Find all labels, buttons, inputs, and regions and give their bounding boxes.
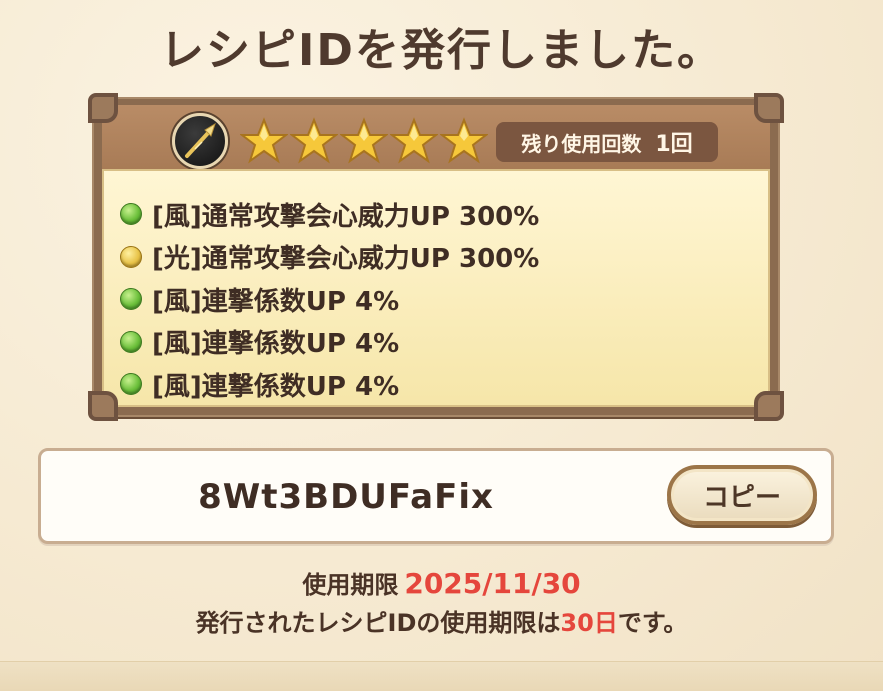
expiry-line: 使用期限 2025/11/30 — [0, 565, 883, 600]
list-item: [光]通常攻撃会心威力UP 300% — [120, 236, 752, 279]
effect-text: [風]連撃係数UP 4% — [152, 329, 400, 360]
remaining-uses-count: 1回 — [655, 132, 693, 157]
star-icon — [340, 117, 388, 164]
wind-element-icon — [120, 330, 142, 353]
list-item: [風]連撃係数UP 4% — [120, 363, 752, 406]
bottom-strip — [0, 661, 883, 691]
star-icon — [440, 117, 488, 164]
light-element-icon — [120, 245, 142, 268]
wind-element-icon — [120, 203, 142, 226]
effect-list: [風]通常攻撃会心威力UP 300% [光]通常攻撃会心威力UP 300% [風… — [102, 169, 770, 407]
rarity-stars — [240, 117, 488, 167]
effect-text: [風]連撃係数UP 4% — [152, 286, 400, 317]
expiry-label: 使用期限 — [302, 571, 399, 599]
expiry-date: 2025/11/30 — [404, 567, 581, 600]
remaining-uses-label: 残り使用回数 — [521, 131, 642, 156]
wind-element-icon — [120, 373, 142, 396]
frame-corner — [88, 93, 118, 123]
list-item: [風]通常攻撃会心威力UP 300% — [120, 193, 752, 236]
recipe-id-box: 8Wt3BDUFaFix コピー — [38, 448, 834, 544]
effect-text: [風]通常攻撃会心威力UP 300% — [152, 201, 540, 232]
expiry-note: 発行されたレシピIDの使用期限は30日です。 — [0, 603, 883, 638]
list-item: [風]連撃係数UP 4% — [120, 321, 752, 364]
effect-text: [風]連撃係数UP 4% — [152, 371, 400, 402]
wind-element-icon — [120, 288, 142, 311]
recipe-id-value[interactable]: 8Wt3BDUFaFix — [41, 477, 651, 517]
star-icon — [390, 117, 438, 164]
star-icon — [290, 117, 338, 164]
effect-text: [光]通常攻撃会心威力UP 300% — [152, 244, 540, 275]
frame-corner — [88, 391, 118, 421]
note-prefix: 発行されたレシピIDの使用期限は — [195, 609, 561, 637]
note-suffix: です。 — [617, 609, 688, 637]
copy-button[interactable]: コピー — [667, 465, 817, 525]
list-item: [風]連撃係数UP 4% — [120, 278, 752, 321]
frame-corner — [754, 93, 784, 123]
spear-icon — [172, 113, 228, 169]
page-title: レシピIDを発行しました。 — [160, 25, 723, 76]
frame-corner — [754, 391, 784, 421]
note-days: 30日 — [560, 609, 618, 637]
recipe-card: 残り使用回数 1回 [風]通常攻撃会心威力UP 300% [光]通常攻撃会心威力… — [88, 93, 784, 421]
remaining-uses-badge: 残り使用回数 1回 — [496, 122, 718, 162]
recipe-card-header: 残り使用回数 1回 — [102, 105, 770, 169]
star-icon — [240, 117, 288, 164]
